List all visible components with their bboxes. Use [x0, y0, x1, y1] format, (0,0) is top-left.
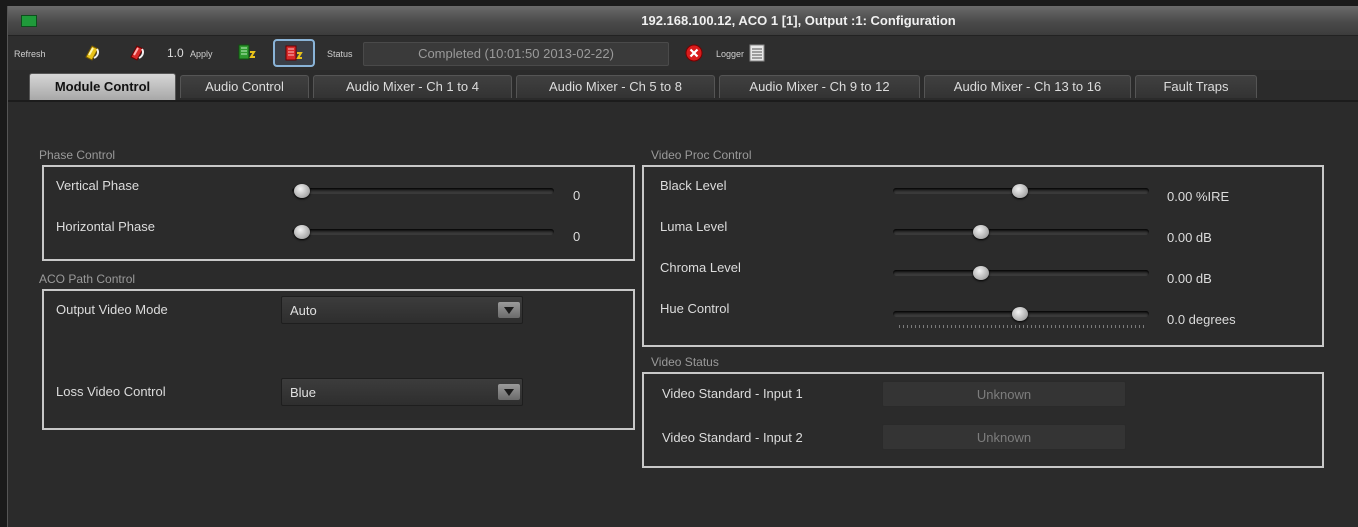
chroma-level-slider[interactable]	[893, 270, 1149, 276]
tab-audio-mixer-5-8[interactable]: Audio Mixer - Ch 5 to 8	[516, 75, 715, 98]
status-label: Status	[327, 49, 353, 59]
module-control-panel: Phase Control Vertical Phase 0 Horizonta…	[8, 102, 1358, 527]
luma-level-slider[interactable]	[893, 229, 1149, 235]
refresh-icon[interactable]	[82, 43, 102, 63]
write-button[interactable]	[273, 39, 315, 67]
video-status-title: Video Status	[651, 355, 719, 369]
title-bar[interactable]: 192.168.100.12, ACO 1 [1], Output :1: Co…	[8, 6, 1358, 36]
chroma-level-knob[interactable]	[973, 266, 989, 280]
black-level-value: 0.00 %IRE	[1167, 189, 1230, 204]
vertical-phase-knob[interactable]	[294, 184, 310, 198]
tab-module-control[interactable]: Module Control	[29, 73, 176, 100]
output-video-mode-label: Output Video Mode	[56, 302, 168, 317]
luma-level-label: Luma Level	[660, 219, 728, 234]
chroma-level-label: Chroma Level	[660, 260, 741, 275]
tab-fault-traps[interactable]: Fault Traps	[1135, 75, 1257, 98]
phase-control-group: Vertical Phase 0 Horizontal Phase 0	[42, 165, 635, 261]
tab-audio-mixer-9-12[interactable]: Audio Mixer - Ch 9 to 12	[719, 75, 920, 98]
toolbar: Refresh 1.0 Apply Status Completed (10:0…	[8, 36, 1358, 70]
vertical-phase-label: Vertical Phase	[56, 178, 140, 193]
vertical-phase-slider[interactable]	[292, 188, 554, 194]
video-standard-input1-value: Unknown	[882, 381, 1126, 407]
horizontal-phase-knob[interactable]	[294, 225, 310, 239]
output-video-mode-select[interactable]: Auto	[281, 296, 523, 324]
module-icon[interactable]	[237, 43, 257, 63]
loss-video-control-value: Blue	[290, 385, 317, 400]
loss-video-control-label: Loss Video Control	[56, 384, 166, 399]
logger-label: Logger	[716, 49, 745, 59]
chroma-level-value: 0.00 dB	[1167, 271, 1212, 286]
module-write-icon	[285, 45, 303, 61]
video-standard-input1-label: Video Standard - Input 1	[662, 386, 803, 401]
aco-path-group: Output Video Mode Auto Loss Video Contro…	[42, 289, 635, 430]
apply-icon[interactable]	[127, 43, 147, 63]
loss-video-control-select[interactable]: Blue	[281, 378, 523, 406]
horizontal-phase-slider[interactable]	[292, 229, 554, 235]
luma-level-value: 0.00 dB	[1167, 230, 1212, 245]
logger-icon[interactable]	[749, 44, 765, 62]
video-proc-group: Black Level 0.00 %IRE Luma Level 0.00 dB…	[642, 165, 1324, 347]
window-title: 192.168.100.12, ACO 1 [1], Output :1: Co…	[641, 13, 956, 28]
black-level-knob[interactable]	[1012, 184, 1028, 198]
chevron-down-icon[interactable]	[498, 302, 520, 318]
error-icon[interactable]	[685, 44, 703, 62]
hue-control-knob[interactable]	[1012, 307, 1028, 321]
status-field: Completed (10:01:50 2013-02-22)	[363, 42, 669, 66]
tab-audio-mixer-13-16[interactable]: Audio Mixer - Ch 13 to 16	[924, 75, 1131, 98]
video-standard-input2-label: Video Standard - Input 2	[662, 430, 803, 445]
apply-label: Apply	[190, 49, 213, 59]
hue-control-label: Hue Control	[660, 301, 730, 316]
horizontal-phase-value: 0	[573, 229, 581, 244]
luma-level-knob[interactable]	[973, 225, 989, 239]
black-level-label: Black Level	[660, 178, 727, 193]
tab-bar: Module Control Audio Control Audio Mixer…	[8, 70, 1358, 102]
output-video-mode-value: Auto	[290, 303, 317, 318]
phase-control-title: Phase Control	[39, 148, 116, 162]
video-standard-input2-value: Unknown	[882, 424, 1126, 450]
refresh-label: Refresh	[14, 49, 46, 59]
tab-audio-mixer-1-4[interactable]: Audio Mixer - Ch 1 to 4	[313, 75, 512, 98]
chevron-down-icon[interactable]	[498, 384, 520, 400]
vertical-phase-value: 0	[573, 188, 581, 203]
aco-path-title: ACO Path Control	[39, 272, 136, 286]
tab-audio-control[interactable]: Audio Control	[180, 75, 309, 98]
version-value: 1.0	[167, 46, 184, 60]
horizontal-phase-label: Horizontal Phase	[56, 219, 155, 234]
hue-control-value: 0.0 degrees	[1167, 312, 1236, 327]
configuration-window: 192.168.100.12, ACO 1 [1], Output :1: Co…	[7, 6, 1358, 527]
hue-tick-marks	[899, 325, 1145, 328]
video-status-group: Video Standard - Input 1 Unknown Video S…	[642, 372, 1324, 468]
video-proc-title: Video Proc Control	[651, 148, 752, 162]
